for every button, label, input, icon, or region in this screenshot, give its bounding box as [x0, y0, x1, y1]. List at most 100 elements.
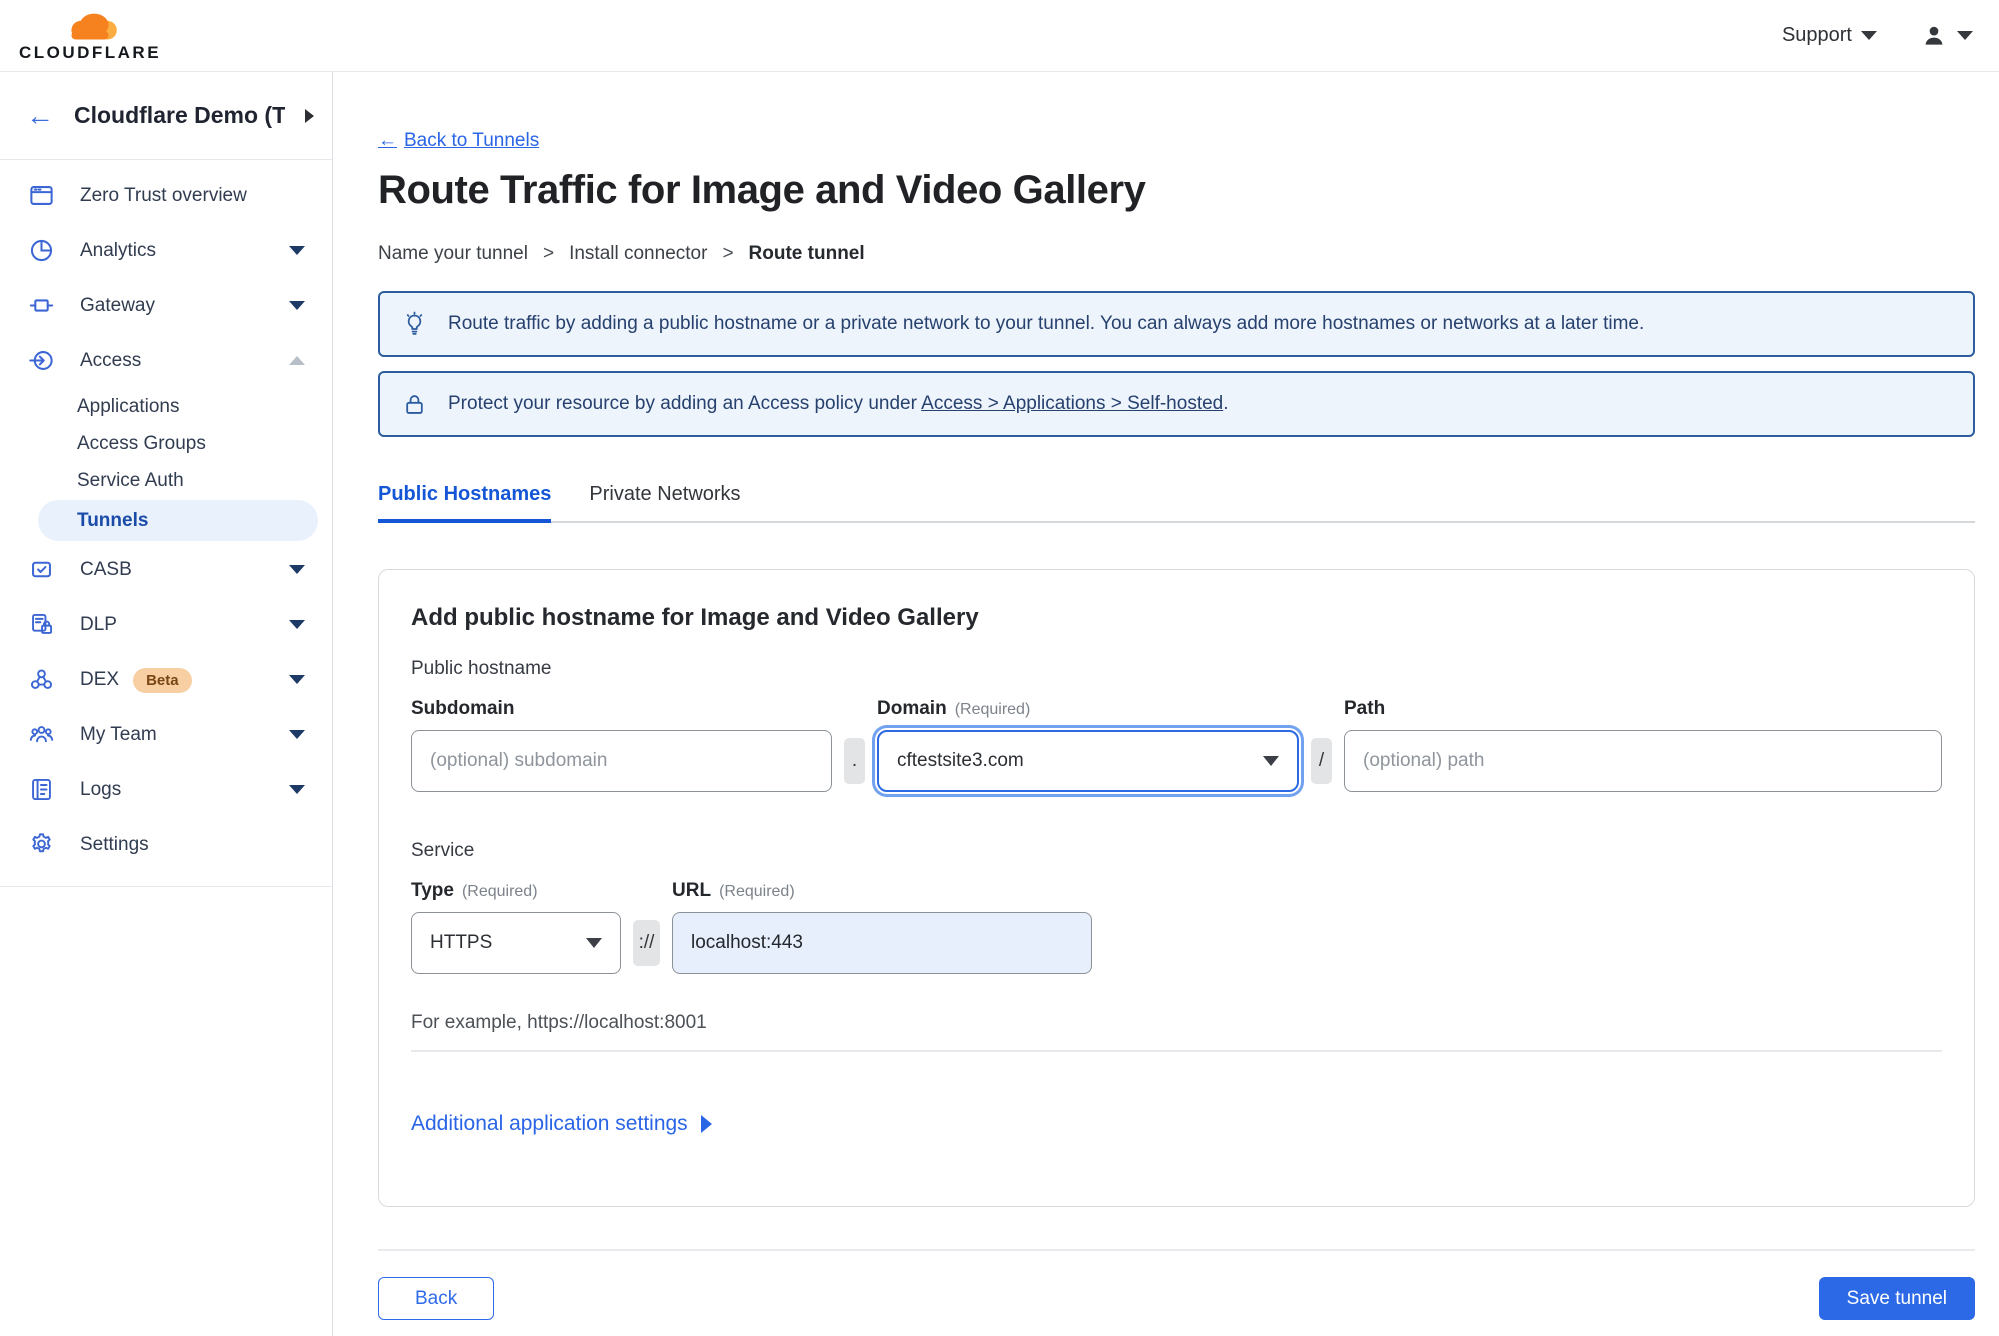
- public-hostname-section-label: Public hostname: [411, 658, 552, 679]
- path-input[interactable]: [1344, 730, 1942, 792]
- sidebar-item-label: Zero Trust overview: [80, 184, 247, 206]
- dex-icon: [28, 666, 55, 693]
- sidebar-item-label: Settings: [80, 833, 149, 855]
- sidebar-divider: [0, 886, 332, 887]
- chevron-down-icon: [289, 675, 305, 684]
- tab-private-networks[interactable]: Private Networks: [589, 483, 740, 521]
- breadcrumb-separator: >: [542, 243, 555, 264]
- sidebar-item-gateway[interactable]: Gateway: [0, 278, 332, 333]
- chevron-down-icon: [289, 246, 305, 255]
- sidebar-item-zero-trust-overview[interactable]: Zero Trust overview: [0, 168, 332, 223]
- required-hint: (Required): [461, 883, 538, 900]
- sidebar-subitem-label: Applications: [77, 395, 180, 417]
- breadcrumb-separator: >: [722, 243, 734, 264]
- breadcrumb-step-install-connector[interactable]: Install connector: [569, 243, 707, 265]
- back-arrow-icon[interactable]: ←: [26, 101, 54, 130]
- slash-separator: /: [1311, 738, 1332, 784]
- sidebar-item-casb[interactable]: CASB: [0, 542, 332, 597]
- sidebar-subitem-label: Tunnels: [77, 509, 149, 531]
- sidebar-item-dex[interactable]: DEX Beta: [0, 652, 332, 707]
- dlp-icon: [28, 611, 55, 638]
- service-inputs-row: HTTPS ://: [411, 912, 1942, 974]
- card-heading: Add public hostname for Image and Video …: [411, 604, 979, 631]
- service-type-value: HTTPS: [430, 932, 493, 953]
- service-labels-row: Type (Required) URL (Required): [411, 880, 1942, 902]
- support-menu[interactable]: Support: [1782, 24, 1877, 47]
- chevron-down-icon: [289, 301, 305, 310]
- additional-settings-label: Additional application settings: [411, 1112, 688, 1135]
- cloudflare-cloud-icon: [71, 13, 117, 39]
- sidebar-item-label: Access: [80, 349, 142, 371]
- sidebar-item-tunnels[interactable]: Tunnels: [38, 500, 318, 541]
- sidebar-account-header: ← Cloudflare Demo (T...: [0, 72, 332, 160]
- sidebar-item-service-auth[interactable]: Service Auth: [0, 462, 332, 499]
- user-icon: [1925, 26, 1943, 45]
- card-divider: [411, 1050, 1942, 1052]
- chevron-down-icon: [586, 938, 602, 948]
- back-to-tunnels-link[interactable]: ← Back to Tunnels: [378, 130, 539, 152]
- domain-select[interactable]: cftestsite3.com: [877, 730, 1299, 792]
- breadcrumb-step-route-tunnel: Route tunnel: [748, 243, 865, 264]
- sidebar-item-label: DLP: [80, 613, 117, 635]
- domain-select-value: cftestsite3.com: [897, 750, 1024, 771]
- url-example-hint: For example, https://localhost:8001: [411, 1012, 707, 1033]
- chevron-right-icon: [700, 1115, 712, 1133]
- main-content: ← Back to Tunnels Route Traffic for Imag…: [333, 72, 1999, 1336]
- route-traffic-info-banner: Route traffic by adding a public hostnam…: [378, 291, 1975, 357]
- service-type-select[interactable]: HTTPS: [411, 912, 621, 974]
- breadcrumb-step-name-your-tunnel[interactable]: Name your tunnel: [378, 243, 528, 265]
- chevron-down-icon: [1861, 31, 1877, 40]
- lightbulb-icon: [401, 311, 428, 338]
- access-applications-self-hosted-link[interactable]: Access > Applications > Self-hosted: [921, 393, 1223, 414]
- scheme-separator: ://: [633, 920, 660, 966]
- sidebar-item-label: Gateway: [80, 294, 155, 316]
- sidebar-item-settings[interactable]: Settings: [0, 817, 332, 872]
- additional-application-settings-toggle[interactable]: Additional application settings: [411, 1112, 712, 1136]
- sidebar-item-applications[interactable]: Applications: [0, 388, 332, 425]
- tab-public-hostnames[interactable]: Public Hostnames: [378, 483, 552, 523]
- path-label: Path: [1344, 698, 1386, 719]
- required-hint: (Required): [954, 701, 1031, 718]
- back-button[interactable]: Back: [378, 1277, 495, 1320]
- sidebar-item-label: DEX Beta: [80, 667, 264, 693]
- sidebar-item-dlp[interactable]: DLP: [0, 597, 332, 652]
- domain-label: Domain (Required): [877, 698, 1031, 719]
- type-label: Type (Required): [411, 880, 538, 901]
- service-url-input[interactable]: [672, 912, 1092, 974]
- sidebar-item-my-team[interactable]: My Team: [0, 707, 332, 762]
- account-name[interactable]: Cloudflare Demo (T...: [74, 102, 285, 129]
- wizard-footer: Back Save tunnel: [378, 1249, 1975, 1320]
- save-tunnel-button[interactable]: Save tunnel: [1818, 1277, 1975, 1320]
- sidebar-item-access-groups[interactable]: Access Groups: [0, 425, 332, 462]
- sidebar-item-logs[interactable]: Logs: [0, 762, 332, 817]
- logs-icon: [28, 776, 55, 803]
- access-policy-text: Protect your resource by adding an Acces…: [448, 393, 1229, 414]
- chevron-down-icon: [289, 620, 305, 629]
- sidebar-item-analytics[interactable]: Analytics: [0, 223, 332, 278]
- beta-badge: Beta: [133, 667, 192, 693]
- cloudflare-logo: CLOUDFLARE: [14, 9, 166, 63]
- lock-icon: [401, 391, 428, 418]
- sidebar-subitem-label: Access Groups: [77, 432, 206, 454]
- route-traffic-info-text: Route traffic by adding a public hostnam…: [448, 313, 1645, 334]
- chevron-down-icon: [289, 565, 305, 574]
- breadcrumb: Name your tunnel > Install connector > R…: [378, 243, 1975, 265]
- chevron-right-icon[interactable]: [305, 108, 314, 123]
- hostname-tabs: Public Hostnames Private Networks: [378, 483, 1975, 523]
- sidebar: ← Cloudflare Demo (T... Zero Trust overv…: [0, 72, 333, 1336]
- user-menu[interactable]: [1921, 23, 1973, 49]
- back-arrow-icon: ←: [378, 130, 397, 151]
- dot-separator: .: [844, 738, 865, 784]
- team-icon: [28, 721, 55, 748]
- service-section-label: Service: [411, 840, 475, 861]
- hostname-inputs-row: . cftestsite3.com /: [411, 730, 1942, 792]
- sidebar-item-label: Analytics: [80, 239, 157, 261]
- hostname-labels-row: Subdomain Domain (Required) Path: [411, 698, 1942, 720]
- chevron-down-icon: [289, 730, 305, 739]
- chevron-down-icon: [1957, 31, 1973, 40]
- sidebar-item-access[interactable]: Access: [0, 333, 332, 388]
- chevron-down-icon: [289, 785, 305, 794]
- subdomain-label: Subdomain: [411, 698, 515, 719]
- subdomain-input[interactable]: [411, 730, 832, 792]
- access-icon: [28, 347, 55, 374]
